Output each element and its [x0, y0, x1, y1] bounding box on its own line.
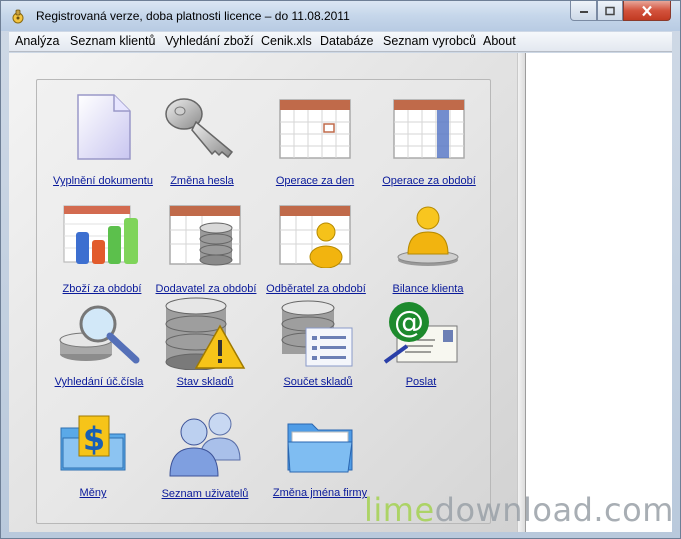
user-icon: [397, 206, 459, 266]
minimize-button[interactable]: [570, 1, 597, 21]
menu-analyza[interactable]: Analýza: [15, 34, 59, 48]
menu-databaze[interactable]: Databáze: [320, 34, 374, 48]
tile-odberatel-za-obdobi[interactable]: Odběratel za období: [266, 202, 366, 302]
maximize-icon: [605, 6, 615, 15]
svg-text:@: @: [394, 305, 424, 340]
menu-bar: Analýza Seznam klientů Vyhledání zboží C…: [9, 32, 672, 52]
tile-label: Změna hesla: [170, 175, 234, 187]
tile-stav-skladu[interactable]: Stav skladů: [155, 296, 255, 400]
left-pane: Vyplnění dokumentu Změna hesla Operace z…: [9, 53, 517, 532]
tile-seznam-uzivatelu[interactable]: Seznam uživatelů: [155, 410, 255, 510]
tile-operace-za-den[interactable]: Operace za den: [270, 92, 360, 192]
watermark: limedownload.com: [364, 491, 674, 529]
close-icon: [642, 5, 652, 16]
tile-dodavatel-za-obdobi[interactable]: Dodavatel za období: [156, 202, 256, 302]
client-area: Vyplnění dokumentu Změna hesla Operace z…: [9, 53, 672, 532]
close-button[interactable]: [623, 1, 671, 21]
tile-label: Zboží za období: [62, 283, 142, 295]
tile-vyplneni-dokumentu[interactable]: Vyplnění dokumentu: [53, 92, 153, 192]
tile-label: Změna jména firmy: [272, 487, 368, 499]
app-window: Registrovaná verze, doba platnosti licen…: [0, 0, 681, 539]
calendar-period-icon: [393, 99, 465, 159]
menu-about[interactable]: About: [483, 34, 516, 48]
document-icon: [77, 94, 131, 160]
bar-chart-icon: [63, 205, 138, 264]
launcher-panel: Vyplnění dokumentu Změna hesla Operace z…: [36, 79, 491, 524]
pane-splitter[interactable]: [517, 53, 526, 532]
menu-seznam-klientu[interactable]: Seznam klientů: [70, 34, 155, 48]
watermark-part2: download.com: [434, 491, 674, 529]
svg-text:$: $: [83, 420, 105, 458]
tile-zbozi-za-obdobi[interactable]: Zboží za období: [57, 202, 147, 302]
maximize-button[interactable]: [597, 1, 623, 21]
tile-vyhledani-uc-cisla[interactable]: Vyhledání úč.čísla: [49, 300, 149, 400]
tile-label: Dodavatel za období: [155, 283, 257, 295]
minimize-icon: [579, 10, 588, 13]
menu-seznam-vyrobcu[interactable]: Seznam vyrobců: [383, 34, 476, 48]
dollar-folder-icon: $: [60, 415, 126, 471]
magnifier-database-icon: [59, 305, 140, 364]
tile-label: Vyplnění dokumentu: [53, 175, 153, 187]
calendar-day-icon: [279, 99, 351, 159]
tile-label: Bilance klienta: [392, 283, 464, 295]
tile-operace-za-obdobi[interactable]: Operace za období: [382, 92, 476, 192]
app-icon: [12, 9, 24, 24]
tile-label: Odběratel za období: [266, 283, 366, 295]
key-icon: [165, 98, 234, 159]
tile-label: Vyhledání úč.čísla: [54, 376, 144, 388]
database-warning-icon: [165, 297, 246, 370]
tile-soucet-skladu[interactable]: Součet skladů: [273, 300, 363, 400]
folder-icon: [287, 423, 353, 473]
tile-zmena-hesla[interactable]: Změna hesla: [162, 92, 242, 192]
tile-label: Seznam uživatelů: [161, 488, 249, 500]
tile-zmena-jmena-firmy[interactable]: Změna jména firmy: [272, 418, 368, 512]
users-icon: [169, 412, 241, 477]
tile-meny[interactable]: $ Měny: [53, 412, 133, 512]
window-title: Registrovaná verze, doba platnosti licen…: [36, 9, 350, 23]
tile-poslat[interactable]: @ Poslat: [381, 300, 461, 400]
tile-label: Součet skladů: [283, 376, 353, 388]
calendar-database-icon: [169, 205, 241, 266]
right-pane: [526, 53, 672, 532]
title-bar[interactable]: Registrovaná verze, doba platnosti licen…: [1, 1, 680, 31]
tile-label: Operace za den: [275, 175, 355, 187]
watermark-part1: lime: [364, 491, 435, 529]
tile-label: Stav skladů: [176, 376, 234, 388]
email-icon: @: [383, 302, 458, 364]
tile-label: Operace za období: [382, 175, 476, 187]
tile-label: Poslat: [405, 376, 437, 388]
calendar-user-icon: [279, 205, 351, 268]
tile-label: Měny: [79, 487, 107, 499]
database-list-icon: [281, 300, 353, 367]
menu-cenik[interactable]: Cenik.xls: [261, 34, 312, 48]
tile-bilance-klienta[interactable]: Bilance klienta: [388, 202, 468, 302]
menu-vyhledani-zbozi[interactable]: Vyhledání zboží: [165, 34, 253, 48]
